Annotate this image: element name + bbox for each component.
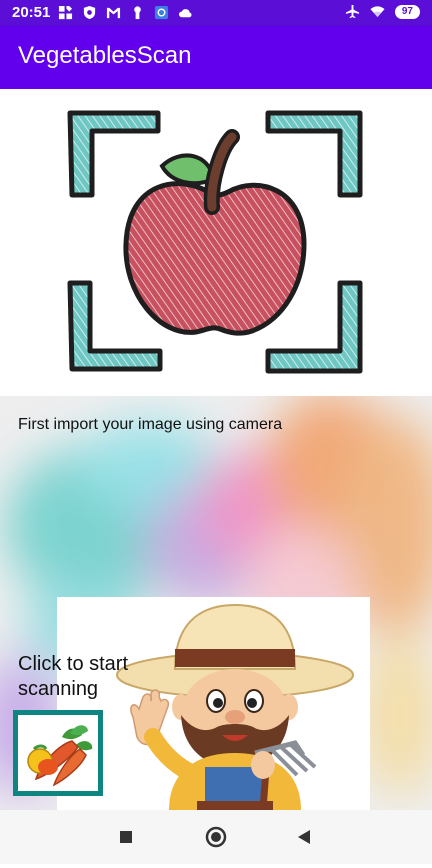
photo-icon [154, 5, 169, 20]
home-icon[interactable] [205, 826, 227, 848]
start-scan-button[interactable] [13, 710, 103, 796]
vegetables-icon [27, 725, 93, 787]
frame-corner-top-left [67, 110, 161, 198]
keyhole-icon [134, 6, 141, 20]
airplane-mode-icon [345, 4, 359, 19]
app-title: VegetablesScan [18, 42, 192, 69]
instruction-text: First import your image using camera [18, 416, 283, 433]
notification-icons [58, 5, 193, 20]
apple-scan-illustration [0, 89, 432, 396]
wifi-icon [370, 6, 385, 18]
gmail-icon [106, 7, 121, 19]
app-bar: VegetablesScan [0, 26, 432, 89]
app-grid-icon [58, 5, 73, 20]
recents-icon[interactable] [120, 831, 132, 843]
apple-scan-image [67, 110, 363, 374]
status-time: 20:51 [12, 4, 51, 21]
cloud-icon [178, 9, 192, 18]
farmer-image [116, 603, 354, 810]
battery-icon: 97 [394, 4, 420, 19]
status-bar: 20:51 97 [0, 0, 432, 26]
back-icon[interactable] [298, 830, 310, 844]
system-icons: 97 [345, 4, 420, 19]
navigation-bar [0, 810, 432, 864]
farmer-illustration [57, 597, 370, 810]
start-scanning-label: Click to start scanning [18, 653, 129, 700]
shield-icon [83, 5, 96, 20]
frame-corner-top-right [265, 110, 363, 198]
